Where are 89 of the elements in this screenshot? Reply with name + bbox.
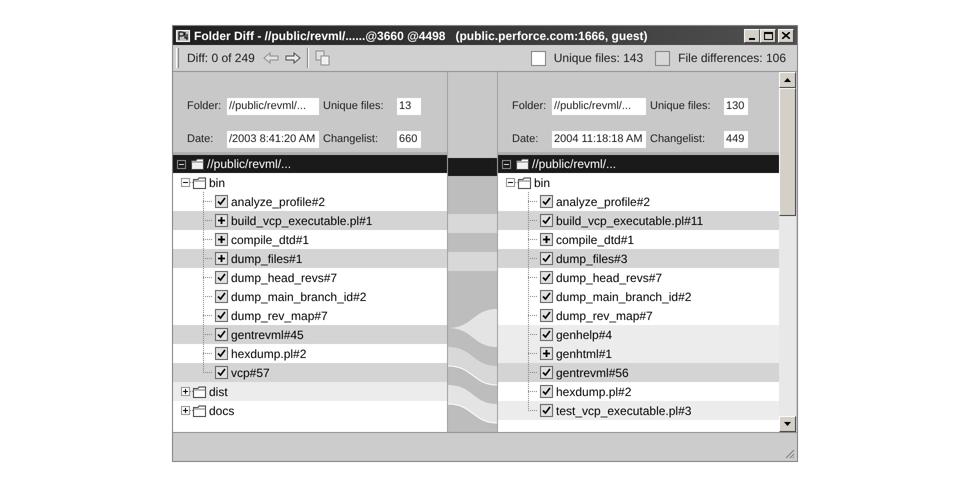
tree-row[interactable]: gentrevml#56: [498, 363, 779, 382]
app-logo-icon: [176, 30, 190, 42]
scroll-up-button[interactable]: [779, 72, 796, 88]
legend-label: Unique files: 143: [554, 50, 644, 67]
file-label: dump_main_branch_id#2: [556, 288, 692, 306]
text-field[interactable]: /2003 8:41:20 AM: [227, 130, 319, 148]
scroll-down-button[interactable]: [779, 416, 796, 432]
folder-label: bin: [209, 174, 226, 192]
file-label: vcp#57: [231, 364, 270, 382]
field-label: Changelist:: [650, 132, 706, 147]
file-label: dump_rev_map#7: [231, 308, 328, 324]
file-label: build_vcp_executable.pl#1: [231, 212, 372, 230]
tree-row[interactable]: dist: [173, 382, 447, 401]
tree-row[interactable]: vcp#57: [173, 363, 447, 382]
tree-root-row[interactable]: //public/revml/...: [173, 155, 447, 173]
tree-row[interactable]: build_vcp_executable.pl#1: [173, 211, 447, 230]
folder-label: docs: [209, 402, 234, 420]
expand-toggle-icon[interactable]: [181, 387, 190, 396]
tree-row[interactable]: dump_files#3: [498, 249, 779, 268]
close-button[interactable]: [778, 28, 794, 42]
close-icon: [782, 32, 790, 39]
field-label: Date:: [187, 132, 214, 147]
file-label: analyze_profile#2: [556, 194, 650, 210]
folder-icon: [193, 176, 206, 188]
folder-label: //public/revml/...: [532, 156, 616, 173]
file-label: dump_head_revs#7: [231, 270, 338, 286]
folder-icon: [516, 158, 529, 170]
scroll-thumb[interactable]: [779, 88, 796, 216]
file-label: compile_dtd#1: [231, 232, 310, 248]
field-label: Date:: [512, 132, 540, 147]
folder-icon: [193, 386, 206, 398]
up-arrow-icon: [784, 78, 791, 82]
collapse-toggle-icon[interactable]: [181, 178, 190, 187]
right-arrow-icon[interactable]: [284, 52, 301, 64]
folder-icon: [193, 404, 206, 416]
tree-row[interactable]: build_vcp_executable.pl#11: [498, 211, 779, 230]
tree-row[interactable]: gentrevml#45: [173, 325, 447, 344]
text-field[interactable]: 13: [397, 98, 421, 114]
field-label: Changelist:: [323, 132, 380, 147]
text-field[interactable]: 130: [724, 98, 748, 114]
resize-grip-icon[interactable]: [784, 448, 795, 459]
folder-label: dist: [209, 384, 228, 400]
vertical-scrollbar[interactable]: [779, 72, 796, 432]
collapse-toggle-icon[interactable]: [177, 160, 186, 168]
file-label: gentrevml#45: [231, 326, 304, 344]
file-label: dump_head_revs#7: [556, 270, 662, 286]
maximize-button[interactable]: [760, 28, 776, 42]
collapse-toggle-icon[interactable]: [506, 178, 515, 187]
file-label: compile_dtd#1: [556, 232, 634, 248]
folder-icon: [518, 176, 531, 188]
folder-label: bin: [534, 174, 550, 192]
file-label: dump_files#3: [556, 250, 628, 268]
tree-row[interactable]: dump_files#1: [173, 249, 447, 268]
minimize-icon: [749, 38, 755, 40]
field-label: Folder:: [512, 98, 548, 114]
expand-toggle-icon[interactable]: [181, 406, 190, 415]
legend-label: File differences: 106: [678, 50, 786, 67]
collapse-toggle-icon[interactable]: [502, 160, 511, 168]
text-field[interactable]: //public/revml/...: [227, 98, 319, 114]
tree-root-row[interactable]: //public/revml/...: [498, 155, 779, 173]
minimize-button[interactable]: [744, 28, 760, 42]
file-label: genhelp#4: [556, 326, 612, 344]
text-field[interactable]: //public/revml/...: [552, 98, 646, 114]
swap-icon[interactable]: [314, 50, 331, 66]
down-arrow-icon: [784, 422, 791, 426]
file-label: gentrevml#56: [556, 364, 629, 382]
field-label: Folder:: [187, 98, 222, 114]
text-field[interactable]: 660: [397, 130, 421, 148]
tree-row[interactable]: test_vcp_executable.pl#3: [498, 401, 779, 420]
file-label: dump_main_branch_id#2: [231, 288, 366, 306]
text-field[interactable]: 449: [724, 130, 748, 148]
window-title: Folder Diff - //public/revml/......@3660 @4498 (public.perforce.com:1666, guest): [194, 28, 649, 44]
text-field[interactable]: 2004 11:18:18 AM: [552, 130, 646, 148]
file-label: dump_files#1: [231, 250, 302, 268]
file-label: test_vcp_executable.pl#3: [556, 402, 692, 420]
file-label: hexdump.pl#2: [231, 346, 306, 362]
field-label: Unique files:: [323, 98, 385, 114]
folder-label: //public/revml/...: [207, 156, 292, 173]
file-label: analyze_profile#2: [231, 194, 326, 210]
file-label: build_vcp_executable.pl#11: [556, 212, 704, 230]
tree-row[interactable]: genhelp#4: [498, 325, 779, 344]
field-label: Unique files:: [650, 98, 712, 114]
diff-counter: Diff: 0 of 249: [187, 50, 255, 67]
tree-row[interactable]: genhtml#1: [498, 344, 779, 363]
file-label: hexdump.pl#2: [556, 384, 632, 400]
maximize-icon: [764, 32, 772, 40]
folder-icon: [191, 158, 204, 170]
file-label: genhtml#1: [556, 346, 612, 362]
file-label: dump_rev_map#7: [556, 308, 653, 324]
